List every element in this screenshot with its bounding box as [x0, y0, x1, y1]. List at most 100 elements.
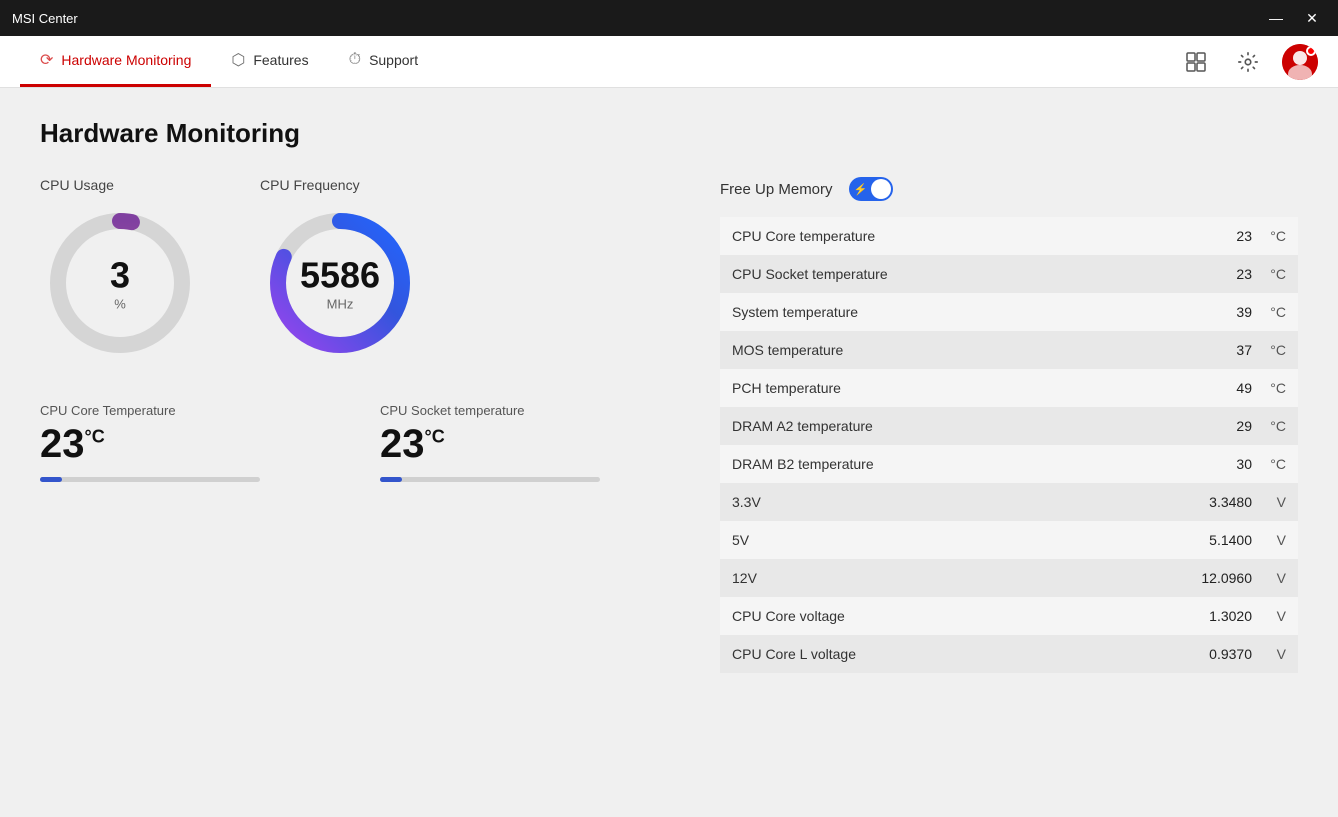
cpu-socket-temp-value: 23°C — [380, 422, 680, 467]
cpu-core-temp-label: CPU Core Temperature — [40, 403, 340, 418]
close-button[interactable]: ✕ — [1298, 4, 1326, 32]
cpu-core-temp-bar-track — [40, 477, 260, 482]
sensor-value: 49 — [1182, 380, 1252, 396]
hardware-monitoring-icon: ⟳ — [40, 50, 53, 70]
navbar: ⟳ Hardware Monitoring ⬡ Features ⏱ Suppo… — [0, 36, 1338, 88]
cpu-frequency-unit: MHz — [300, 297, 380, 312]
sensor-row: 3.3V 3.3480 V — [720, 483, 1298, 521]
features-icon: ⬡ — [231, 50, 245, 70]
tab-hardware-monitoring[interactable]: ⟳ Hardware Monitoring — [20, 36, 211, 87]
sensor-name: CPU Socket temperature — [732, 266, 1182, 282]
sensor-value: 23 — [1182, 266, 1252, 282]
cpu-usage-donut: 3 % — [40, 203, 200, 363]
sensor-unit: °C — [1258, 418, 1286, 434]
sensor-unit: °C — [1258, 228, 1286, 244]
page-title: Hardware Monitoring — [40, 118, 1298, 149]
cpu-usage-unit: % — [110, 297, 130, 312]
sensor-unit: °C — [1258, 380, 1286, 396]
sensor-name: System temperature — [732, 304, 1182, 320]
cpu-core-temp-bar-fill — [40, 477, 62, 482]
sensor-name: CPU Core temperature — [732, 228, 1182, 244]
sensor-value: 3.3480 — [1182, 494, 1252, 510]
cpu-core-temp-value: 23°C — [40, 422, 340, 467]
cpu-usage-gauge: CPU Usage — [40, 177, 200, 363]
sensor-row: CPU Core temperature 23 °C — [720, 217, 1298, 255]
cpu-socket-temp-bar-fill — [380, 477, 402, 482]
cpu-frequency-center: 5586 MHz — [300, 255, 380, 312]
titlebar: MSI Center — ✕ — [0, 0, 1338, 36]
sensor-unit: °C — [1258, 342, 1286, 358]
cpu-usage-label: CPU Usage — [40, 177, 114, 193]
sensor-name: CPU Core L voltage — [732, 646, 1182, 662]
sensor-row: DRAM A2 temperature 29 °C — [720, 407, 1298, 445]
settings-button[interactable] — [1230, 44, 1266, 80]
support-icon: ⏱ — [349, 51, 361, 69]
cpu-usage-value: 3 — [110, 255, 130, 297]
cpu-socket-temp-bar-track — [380, 477, 600, 482]
sensor-unit: °C — [1258, 266, 1286, 282]
sensor-name: 5V — [732, 532, 1182, 548]
sensor-unit: V — [1258, 494, 1286, 510]
cpu-socket-temp-item: CPU Socket temperature 23°C — [380, 403, 680, 482]
sensor-unit: °C — [1258, 304, 1286, 320]
sensor-row: CPU Core voltage 1.3020 V — [720, 597, 1298, 635]
sensor-name: 12V — [732, 570, 1182, 586]
free-memory-header: Free Up Memory ⚡ — [720, 177, 1298, 201]
sensor-value: 12.0960 — [1182, 570, 1252, 586]
cpu-frequency-donut: 5586 MHz — [260, 203, 420, 363]
cpu-frequency-value: 5586 — [300, 255, 380, 297]
right-panel: Free Up Memory ⚡ CPU Core temperature 23… — [720, 177, 1298, 797]
sensor-row: CPU Core L voltage 0.9370 V — [720, 635, 1298, 673]
sensor-unit: °C — [1258, 456, 1286, 472]
cpu-frequency-label: CPU Frequency — [260, 177, 360, 193]
sensor-value: 5.1400 — [1182, 532, 1252, 548]
minimize-button[interactable]: — — [1262, 4, 1290, 32]
cpu-socket-temp-unit: °C — [425, 427, 445, 447]
sensor-name: DRAM B2 temperature — [732, 456, 1182, 472]
sensor-value: 0.9370 — [1182, 646, 1252, 662]
app-title: MSI Center — [12, 11, 78, 26]
temperature-row: CPU Core Temperature 23°C CPU Socket tem… — [40, 403, 680, 482]
sensor-name: PCH temperature — [732, 380, 1182, 396]
sensor-row: CPU Socket temperature 23 °C — [720, 255, 1298, 293]
sensor-row: 5V 5.1400 V — [720, 521, 1298, 559]
nav-tabs: ⟳ Hardware Monitoring ⬡ Features ⏱ Suppo… — [20, 36, 438, 87]
tab-features[interactable]: ⬡ Features — [211, 36, 328, 87]
free-memory-toggle[interactable]: ⚡ — [849, 177, 893, 201]
sensor-value: 23 — [1182, 228, 1252, 244]
sensor-row: 12V 12.0960 V — [720, 559, 1298, 597]
cpu-socket-temp-label: CPU Socket temperature — [380, 403, 680, 418]
sensor-table: CPU Core temperature 23 °C CPU Socket te… — [720, 217, 1298, 797]
sensor-value: 1.3020 — [1182, 608, 1252, 624]
tab-support-label: Support — [369, 52, 418, 68]
cpu-frequency-gauge: CPU Frequency — [260, 177, 420, 363]
sensor-unit: V — [1258, 570, 1286, 586]
main-content: Hardware Monitoring CPU Usage — [0, 88, 1338, 817]
tab-hardware-monitoring-label: Hardware Monitoring — [61, 52, 191, 68]
sensor-name: CPU Core voltage — [732, 608, 1182, 624]
window-controls: — ✕ — [1262, 4, 1326, 32]
toggle-icon: ⚡ — [854, 183, 868, 196]
tab-features-label: Features — [253, 52, 308, 68]
sensor-unit: V — [1258, 532, 1286, 548]
content-area: CPU Usage — [40, 177, 1298, 797]
sensor-name: 3.3V — [732, 494, 1182, 510]
sensor-value: 29 — [1182, 418, 1252, 434]
sensor-value: 30 — [1182, 456, 1252, 472]
sensor-name: MOS temperature — [732, 342, 1182, 358]
tab-support[interactable]: ⏱ Support — [329, 36, 439, 87]
gauges-row: CPU Usage — [40, 177, 680, 363]
sensor-row: DRAM B2 temperature 30 °C — [720, 445, 1298, 483]
sensor-value: 39 — [1182, 304, 1252, 320]
sensor-unit: V — [1258, 646, 1286, 662]
avatar[interactable] — [1282, 44, 1318, 80]
free-memory-label: Free Up Memory — [720, 181, 833, 198]
sensor-unit: V — [1258, 608, 1286, 624]
left-panel: CPU Usage — [40, 177, 680, 797]
sensor-row: MOS temperature 37 °C — [720, 331, 1298, 369]
sensor-value: 37 — [1182, 342, 1252, 358]
grid-button[interactable] — [1178, 44, 1214, 80]
sensor-name: DRAM A2 temperature — [732, 418, 1182, 434]
sensor-row: System temperature 39 °C — [720, 293, 1298, 331]
sensor-row: PCH temperature 49 °C — [720, 369, 1298, 407]
